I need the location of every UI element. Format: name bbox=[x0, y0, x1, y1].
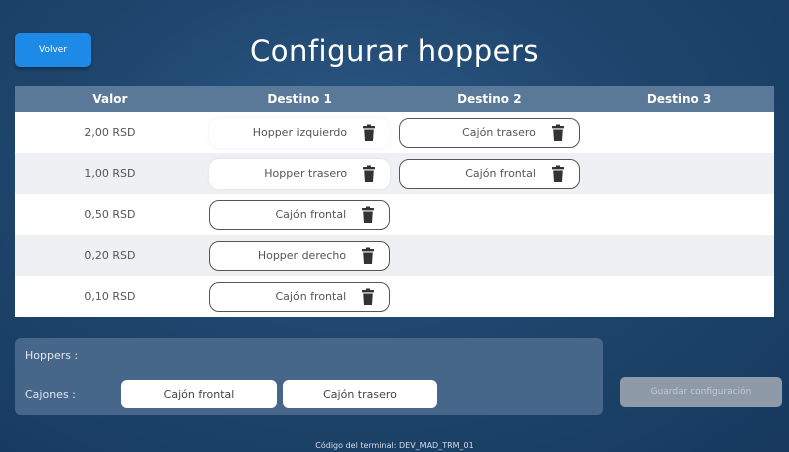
cajon-chip-trasero[interactable]: Cajón trasero bbox=[283, 380, 437, 408]
coin-value: 0,20 RSD bbox=[84, 249, 136, 262]
column-header-valor: Valor bbox=[92, 92, 128, 106]
hoppers-label: Hoppers : bbox=[25, 349, 79, 362]
destination-label: Hopper izquierdo bbox=[252, 126, 348, 139]
destination-label: Cajón frontal bbox=[275, 290, 347, 303]
cajon-chip-frontal[interactable]: Cajón frontal bbox=[121, 380, 277, 408]
destino-1-cell: Hopper trasero bbox=[205, 158, 395, 189]
available-destinations-panel: Hoppers : Cajones : Cajón frontal Cajón … bbox=[15, 338, 603, 415]
destination-label: Hopper derecho bbox=[257, 249, 347, 262]
destination-chip[interactable]: Hopper izquierdo bbox=[209, 117, 391, 148]
destination-label: Hopper trasero bbox=[264, 167, 348, 180]
destination-label: Cajón trasero bbox=[462, 126, 536, 139]
destination-label: Cajón frontal bbox=[465, 167, 536, 180]
coin-value: 2,00 RSD bbox=[84, 126, 136, 139]
table-row: 2,00 RSD Hopper izquierdo Cajón trasero bbox=[15, 112, 774, 153]
column-header-destino-2: Destino 2 bbox=[457, 92, 522, 106]
trash-icon[interactable] bbox=[361, 124, 377, 142]
trash-icon[interactable] bbox=[360, 206, 376, 224]
table-row: 0,20 RSD Hopper derecho bbox=[15, 235, 774, 276]
destino-2-cell: Cajón frontal bbox=[395, 158, 585, 189]
destino-1-cell: Hopper izquierdo bbox=[205, 117, 395, 148]
column-header-destino-3: Destino 3 bbox=[646, 92, 712, 106]
hoppers-table: Valor Destino 1 Destino 2 Destino 3 2,00… bbox=[15, 86, 774, 317]
trash-icon[interactable] bbox=[361, 165, 377, 183]
trash-icon[interactable] bbox=[360, 288, 376, 306]
table-row: 1,00 RSD Hopper trasero Cajón frontal bbox=[15, 153, 774, 194]
destino-2-cell: Cajón trasero bbox=[395, 117, 585, 148]
terminal-code: Código del terminal: DEV_MAD_TRM_01 bbox=[315, 441, 474, 450]
destination-chip[interactable]: Hopper trasero bbox=[209, 158, 391, 189]
trash-icon[interactable] bbox=[550, 124, 566, 142]
trash-icon[interactable] bbox=[360, 247, 376, 265]
table-row: 0,10 RSD Cajón frontal bbox=[15, 276, 774, 317]
destination-chip[interactable]: Hopper derecho bbox=[209, 240, 391, 271]
destino-1-cell: Hopper derecho bbox=[205, 240, 395, 271]
coin-value: 0,10 RSD bbox=[84, 290, 136, 303]
destination-chip[interactable]: Cajón frontal bbox=[209, 281, 391, 312]
page-title: Configurar hoppers bbox=[249, 34, 540, 68]
destination-chip[interactable]: Cajón frontal bbox=[398, 158, 580, 189]
trash-icon[interactable] bbox=[550, 165, 566, 183]
coin-value: 1,00 RSD bbox=[84, 167, 136, 180]
save-configuration-button[interactable]: Guardar configuración bbox=[620, 377, 782, 407]
destination-label: Cajón frontal bbox=[275, 208, 347, 221]
table-row: 0,50 RSD Cajón frontal bbox=[15, 194, 774, 235]
destination-chip[interactable]: Cajón trasero bbox=[398, 117, 580, 148]
table-header: Valor Destino 1 Destino 2 Destino 3 bbox=[15, 86, 774, 112]
cajones-label: Cajones : bbox=[25, 388, 76, 401]
destino-1-cell: Cajón frontal bbox=[205, 199, 395, 230]
destination-chip[interactable]: Cajón frontal bbox=[209, 199, 391, 230]
column-header-destino-1: Destino 1 bbox=[267, 92, 332, 106]
destino-1-cell: Cajón frontal bbox=[205, 281, 395, 312]
coin-value: 0,50 RSD bbox=[84, 208, 136, 221]
